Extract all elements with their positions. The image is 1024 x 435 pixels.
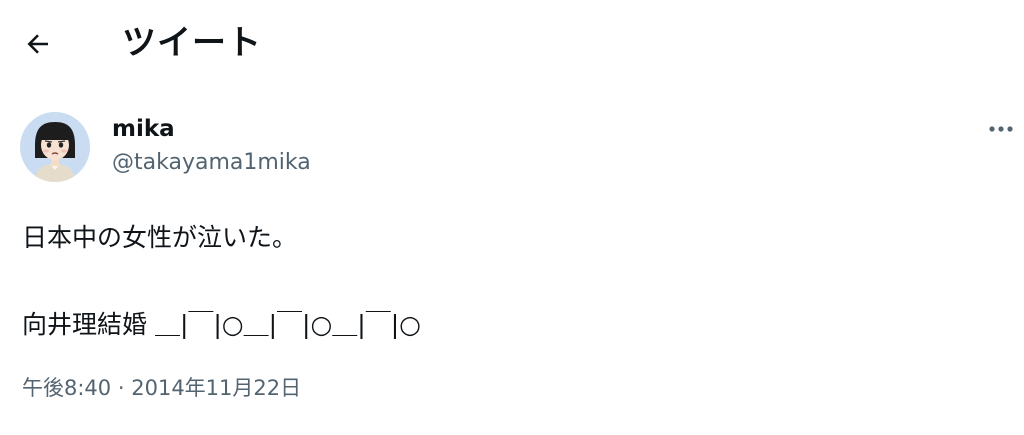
tweet-text-line: 日本中の女性が泣いた。 (22, 223, 298, 252)
tweet-timestamp: 午後8:40 · 2014年11月22日 (22, 372, 301, 404)
avatar-illustration (20, 112, 90, 182)
avatar[interactable] (20, 112, 90, 182)
arrow-left-icon (27, 34, 48, 54)
tweet-time-link[interactable]: 午後8:40 (22, 376, 111, 400)
tweet-text-line: 向井理結婚 ＿|￣|○＿|￣|○＿|￣|○ (22, 310, 421, 339)
more-horizontal-icon (989, 126, 1013, 132)
more-options-button[interactable] (981, 117, 1021, 141)
page-title: ツイート (122, 23, 262, 63)
author-display-name[interactable]: mika (112, 114, 175, 144)
timestamp-separator: · (117, 376, 125, 400)
author-handle[interactable]: @takayama1mika (112, 148, 311, 178)
back-button[interactable] (18, 24, 58, 64)
tweet-date-link[interactable]: 2014年11月22日 (131, 376, 301, 400)
tweet-page-header: ツイート (0, 0, 1024, 88)
